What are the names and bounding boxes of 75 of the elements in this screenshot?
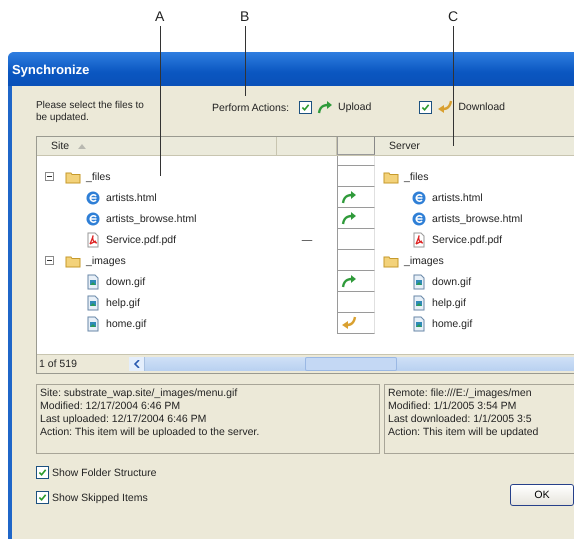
action-cell[interactable] xyxy=(337,250,375,271)
file-name[interactable]: help.gif xyxy=(106,296,140,308)
action-cell[interactable] xyxy=(337,229,375,250)
collapse-toggle[interactable] xyxy=(45,172,54,181)
checkbox-label: Download xyxy=(458,101,506,113)
image-file-icon xyxy=(411,274,427,290)
checkbox[interactable] xyxy=(419,100,432,114)
web-page-icon xyxy=(85,190,101,206)
callout-label: B xyxy=(240,8,250,24)
status-mark: — xyxy=(302,234,312,246)
window-title: Synchronize xyxy=(12,62,90,76)
callout-label: C xyxy=(448,8,458,24)
pdf-file-icon xyxy=(411,232,427,248)
action-cell[interactable] xyxy=(337,271,375,292)
column-header[interactable] xyxy=(337,137,375,155)
action-cell[interactable] xyxy=(337,166,375,187)
web-page-icon xyxy=(85,210,101,226)
upload-arrow-icon xyxy=(341,274,357,288)
image-file-icon xyxy=(411,316,427,332)
info-line: Last downloaded: 1/1/2005 3:5 xyxy=(388,413,533,426)
upload-arrow-icon xyxy=(341,190,357,204)
image-file-icon xyxy=(85,294,101,310)
info-line: Remote: file:///E:/_images/men xyxy=(388,387,533,400)
leader-line xyxy=(245,26,246,96)
file-name[interactable]: _images xyxy=(404,254,444,266)
file-name[interactable]: Service.pdf.pdf xyxy=(432,234,502,246)
download-arrow-icon xyxy=(341,316,357,330)
file-name[interactable]: Service.pdf.pdf xyxy=(106,234,176,246)
column-header[interactable]: Site xyxy=(37,137,277,155)
scroll-left-icon[interactable] xyxy=(134,360,140,368)
item-count: 1 of 519 xyxy=(38,358,78,370)
image-file-icon xyxy=(85,274,101,290)
ok-button[interactable]: OK xyxy=(510,484,574,506)
info-line: Action: This item will be uploaded to the server. xyxy=(40,426,260,439)
file-name[interactable]: artists.html xyxy=(106,192,157,204)
web-page-icon xyxy=(411,210,427,226)
file-name[interactable]: down.gif xyxy=(432,276,472,288)
instructions-text: Please select the files to be updated. xyxy=(36,100,145,124)
perform-actions-label: Perform Actions: xyxy=(212,102,290,114)
file-name[interactable]: down.gif xyxy=(106,276,146,288)
file-name[interactable]: _files xyxy=(404,170,429,182)
checkbox-label: Upload xyxy=(338,101,372,113)
file-name[interactable]: artists_browse.html xyxy=(106,212,196,224)
file-name[interactable]: artists.html xyxy=(432,192,483,204)
info-line: Action: This item will be updated xyxy=(388,426,540,439)
file-name[interactable]: help.gif xyxy=(432,296,466,308)
collapse-toggle[interactable] xyxy=(45,256,54,265)
info-line: Last uploaded: 12/17/2004 6:46 PM xyxy=(40,413,208,426)
file-name[interactable]: _files xyxy=(86,170,111,182)
action-cell[interactable] xyxy=(337,208,375,229)
upload-arrow-icon xyxy=(317,100,334,114)
upload-arrow-icon xyxy=(341,211,357,225)
checkbox[interactable] xyxy=(36,491,49,504)
checkbox-label: Show Skipped Items xyxy=(52,492,148,504)
info-line: Modified: 1/1/2005 3:54 PM xyxy=(388,400,518,413)
callout-label: A xyxy=(155,8,164,24)
action-cell[interactable] xyxy=(337,313,375,334)
web-page-icon xyxy=(411,190,427,206)
file-name[interactable]: _images xyxy=(86,254,126,266)
file-name[interactable]: home.gif xyxy=(432,318,472,330)
checkbox[interactable] xyxy=(299,100,312,114)
checkbox[interactable] xyxy=(36,466,49,479)
info-line: Site: substrate_wap.site/_images/menu.gif xyxy=(40,387,238,400)
file-name[interactable]: home.gif xyxy=(106,318,146,330)
scrollbar[interactable] xyxy=(129,357,574,371)
info-line: Modified: 12/17/2004 6:46 PM xyxy=(40,400,182,413)
image-file-icon xyxy=(411,294,427,310)
action-cell[interactable] xyxy=(337,292,375,313)
pdf-file-icon xyxy=(85,232,101,248)
action-cell[interactable] xyxy=(337,187,375,208)
column-header[interactable]: Server xyxy=(375,137,574,155)
image-file-icon xyxy=(85,316,101,332)
checkbox-label: Show Folder Structure xyxy=(52,466,156,478)
download-arrow-icon xyxy=(437,100,454,114)
file-name[interactable]: artists_browse.html xyxy=(432,212,522,224)
